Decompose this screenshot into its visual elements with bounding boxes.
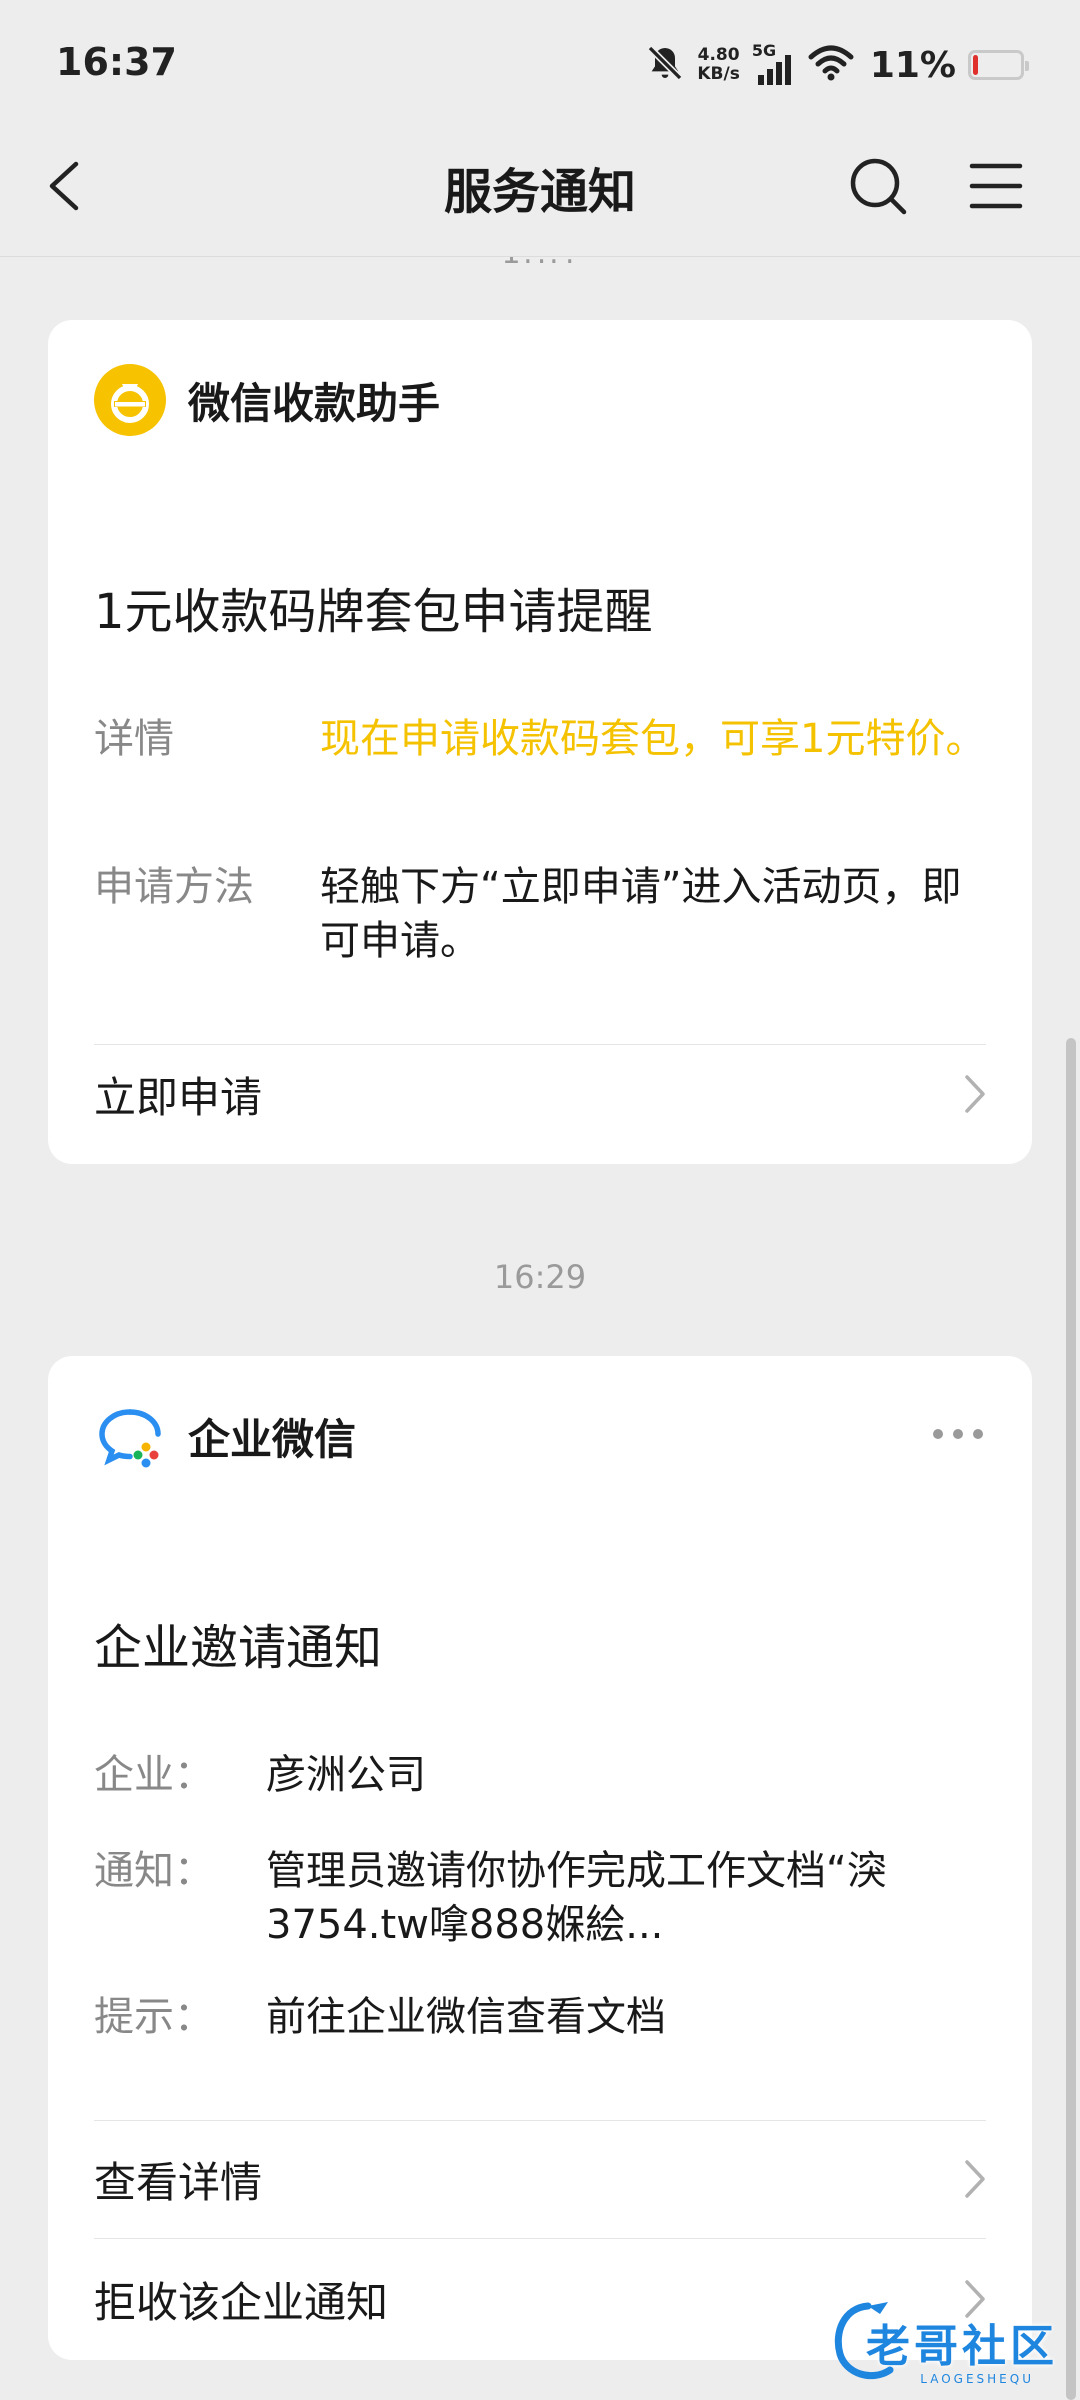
details-value: 现在申请收款码套包，可享1元特价。 — [320, 716, 986, 762]
reject-notifications-label: 拒收该企业通知 — [94, 2277, 389, 2327]
chevron-right-icon — [965, 2160, 985, 2198]
company-value: 彦洲公司 — [266, 1752, 426, 1798]
mute-bell-icon — [645, 43, 685, 87]
search-button[interactable] — [842, 150, 914, 222]
details-label: 详情 — [94, 716, 174, 762]
search-icon — [850, 158, 907, 215]
page-title: 服务通知 — [443, 164, 636, 220]
battery-icon — [968, 50, 1029, 80]
wifi-icon — [808, 43, 854, 87]
company-row: 企业： 彦洲公司 — [94, 1748, 986, 1802]
message-timestamp: 16:29 — [493, 1258, 587, 1296]
apply-now-button[interactable]: 立即申请 — [94, 1044, 986, 1144]
view-details-label: 查看详情 — [94, 2157, 263, 2207]
net-speed-value: 4.80 — [697, 45, 740, 65]
menu-icon — [969, 163, 1023, 209]
scrollbar[interactable] — [1066, 1038, 1076, 2400]
status-bar: 16:37 4.80 KB/s 5G 11% — [0, 0, 1080, 130]
notice-label: 通知： — [94, 1848, 214, 1894]
card-title: 1元收款码牌套包申请提醒 — [94, 584, 653, 640]
sender-name: 微信收款助手 — [188, 378, 441, 428]
method-label: 申请方法 — [94, 864, 254, 910]
card-header[interactable]: 微信收款助手 — [94, 364, 986, 436]
view-details-button[interactable]: 查看详情 — [94, 2120, 986, 2238]
more-options-button[interactable] — [930, 1426, 986, 1446]
card-title: 企业邀请通知 — [94, 1620, 383, 1676]
status-time: 16:37 — [56, 40, 177, 84]
dragon-logo-icon — [828, 2298, 908, 2390]
tip-value: 前往企业微信查看文档 — [266, 1994, 666, 2040]
menu-button[interactable] — [960, 150, 1032, 222]
net-speed: 4.80 KB/s — [697, 46, 739, 84]
sender-name: 企业微信 — [188, 1414, 357, 1464]
company-label: 企业： — [94, 1752, 214, 1798]
battery-level — [973, 55, 978, 75]
watermark: 老哥社区 LAOGESHEQU — [828, 2294, 1058, 2390]
apply-now-label: 立即申请 — [94, 1072, 263, 1122]
tip-row: 提示： 前往企业微信查看文档 — [94, 1990, 986, 2044]
watermark-subtext: LAOGESHEQU — [920, 2372, 1034, 2386]
navigation-bar: 服务通知 — [0, 130, 1080, 257]
wecom-logo-icon — [94, 1400, 166, 1472]
net-speed-unit: KB/s — [697, 64, 740, 84]
notice-row: 通知： 管理员邀请你协作完成工作文档“湥3754.tw嗱888媬絵... — [94, 1844, 986, 1952]
notification-card-payment[interactable]: 微信收款助手 1元收款码牌套包申请提醒 详情 现在申请收款码套包，可享1元特价。… — [48, 320, 1032, 1164]
battery-percent: 11% — [869, 44, 956, 86]
method-row: 申请方法 轻触下方“立即申请”进入活动页，即可申请。 — [94, 860, 986, 968]
method-value: 轻触下方“立即申请”进入活动页，即可申请。 — [320, 864, 962, 964]
battery-tip — [1025, 61, 1029, 71]
payment-assistant-avatar-icon — [94, 364, 166, 436]
notice-value: 管理员邀请你协作完成工作文档“湥3754.tw嗱888媬絵... — [266, 1848, 887, 1948]
status-icons: 4.80 KB/s 5G 11% — [645, 40, 1029, 90]
card-header[interactable]: 企业微信 — [94, 1400, 986, 1472]
detail-row: 详情 现在申请收款码套包，可享1元特价。 — [94, 712, 986, 766]
chevron-right-icon — [965, 1075, 985, 1113]
notification-card-wecom[interactable]: 企业微信 企业邀请通知 企业： 彦洲公司 通知： 管理员邀请你协作完成工作文档“… — [48, 1356, 1032, 2360]
tip-label: 提示： — [94, 1994, 214, 2040]
more-dots-icon — [933, 1429, 983, 1439]
signal-icon: 5G — [752, 41, 796, 87]
